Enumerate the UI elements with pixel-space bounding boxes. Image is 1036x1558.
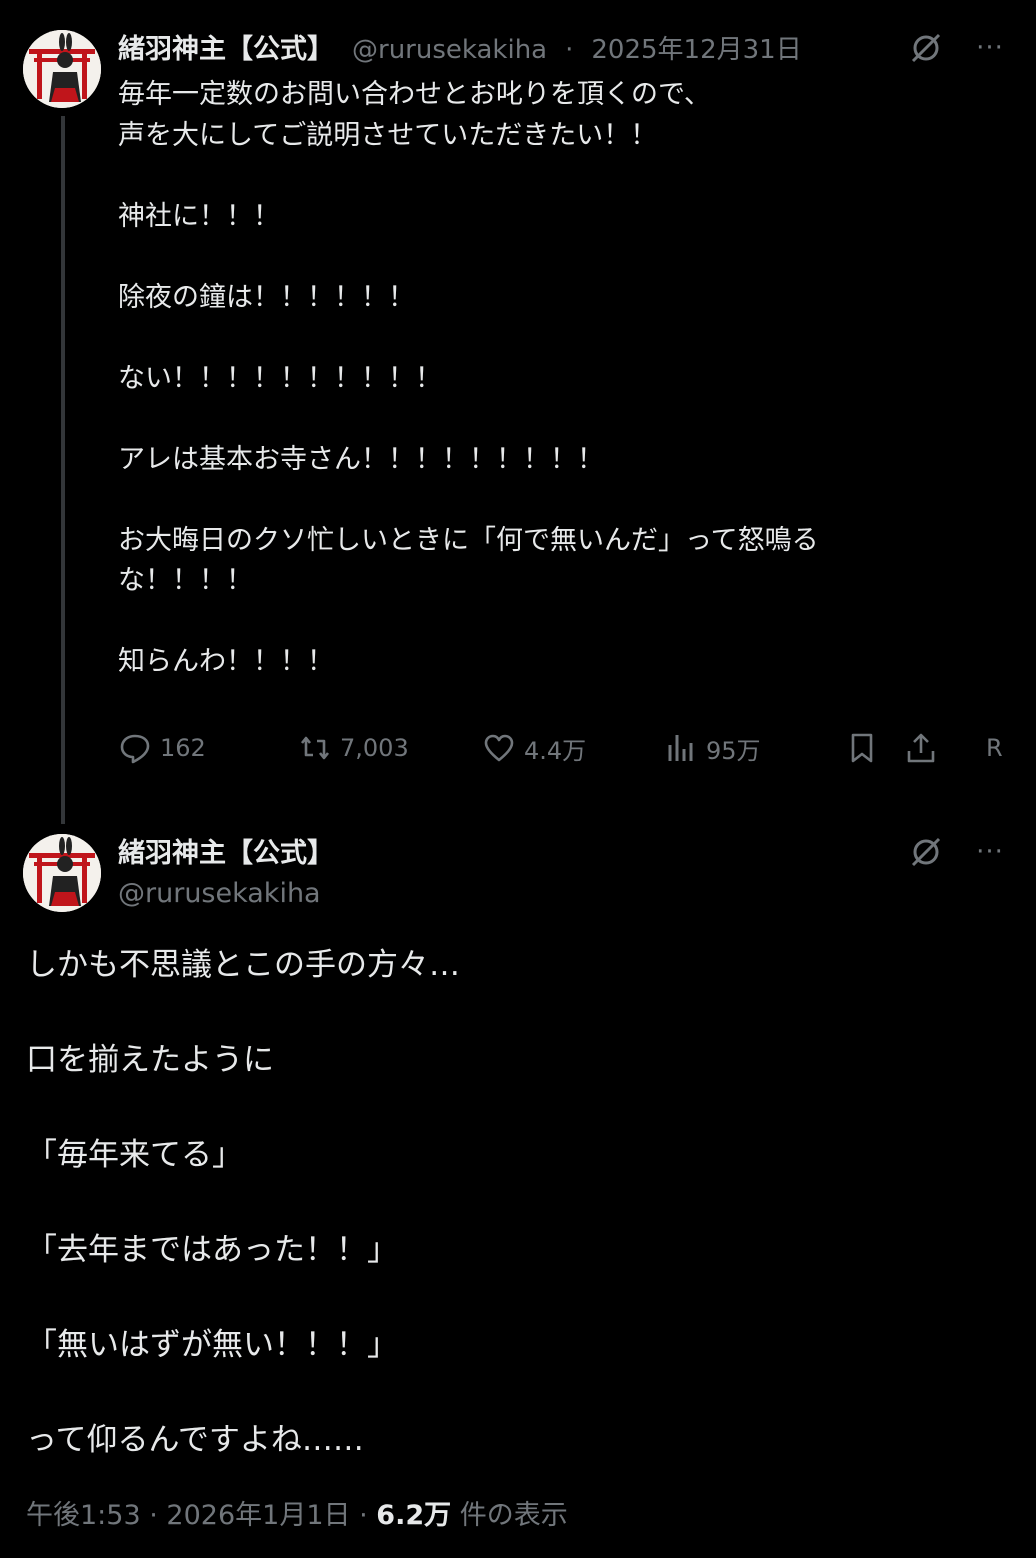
separator-dot: · [149,1500,158,1531]
grok-icon[interactable] [908,30,944,66]
extra-action[interactable]: R [986,728,1003,768]
views-icon [668,735,693,761]
like-button[interactable]: 4.4万 [482,728,586,768]
author-name[interactable]: 緒羽神主【公式】 [118,30,334,70]
grok-icon[interactable] [908,834,944,870]
repost-count: 7,003 [340,734,409,762]
post-text: 毎年一定数のお問い合わせとお叱りを頂くので、 声を大にしてご説明させていただきた… [118,79,819,677]
share-icon [907,733,935,763]
views-count: 95万 [706,736,761,765]
author-handle[interactable]: @rurusekakiha [118,874,334,914]
like-count: 4.4万 [524,736,587,765]
bookmark-icon [851,733,873,763]
author-handle[interactable]: @rurusekakiha [352,30,547,70]
shrine-avatar-image [23,30,101,108]
post-meta: 午後1:53 · 2026年1月1日 · 6.2万 件の表示 [26,1496,568,1536]
post-header: 緒羽神主【公式】 @rurusekakiha [118,834,334,914]
reply-count: 162 [160,734,206,762]
post-date[interactable]: 2026年1月1日 [166,1500,350,1531]
reply-button[interactable]: 162 [118,728,206,768]
avatar[interactable] [23,834,101,912]
post-time[interactable]: 午後1:53 [26,1500,141,1531]
post-top-actions: ··· [908,834,1008,870]
extra-action-label: R [986,734,1003,762]
bookmark-button[interactable] [845,728,879,768]
post-action-bar: 162 7,003 4.4万 95万 R [118,728,1036,768]
views-count: 6.2万 [376,1500,452,1531]
post-text: しかも不思議とこの手の方々… 口を揃えたように 「毎年来てる」 「去年まではあっ… [26,947,460,1458]
author-name[interactable]: 緒羽神主【公式】 [118,834,334,874]
like-icon [484,734,514,762]
share-button[interactable] [904,728,938,768]
views-button[interactable]: 95万 [664,728,761,768]
thread-line [61,116,65,824]
post-date[interactable]: 2025年12月31日 [591,30,801,70]
shrine-avatar-image [23,834,101,912]
post-top-actions: ··· [908,30,1008,66]
post-header: 緒羽神主【公式】 @rurusekakiha · 2025年12月31日 [118,30,802,70]
more-icon[interactable]: ··· [972,30,1008,66]
repost-icon [300,736,330,760]
repost-button[interactable]: 7,003 [298,728,409,768]
avatar[interactable] [23,30,101,108]
reply-icon [120,734,150,764]
separator-dot: · [359,1500,368,1531]
more-icon[interactable]: ··· [972,834,1008,870]
separator-dot: · [565,35,574,65]
views-label: 件の表示 [459,1500,568,1531]
